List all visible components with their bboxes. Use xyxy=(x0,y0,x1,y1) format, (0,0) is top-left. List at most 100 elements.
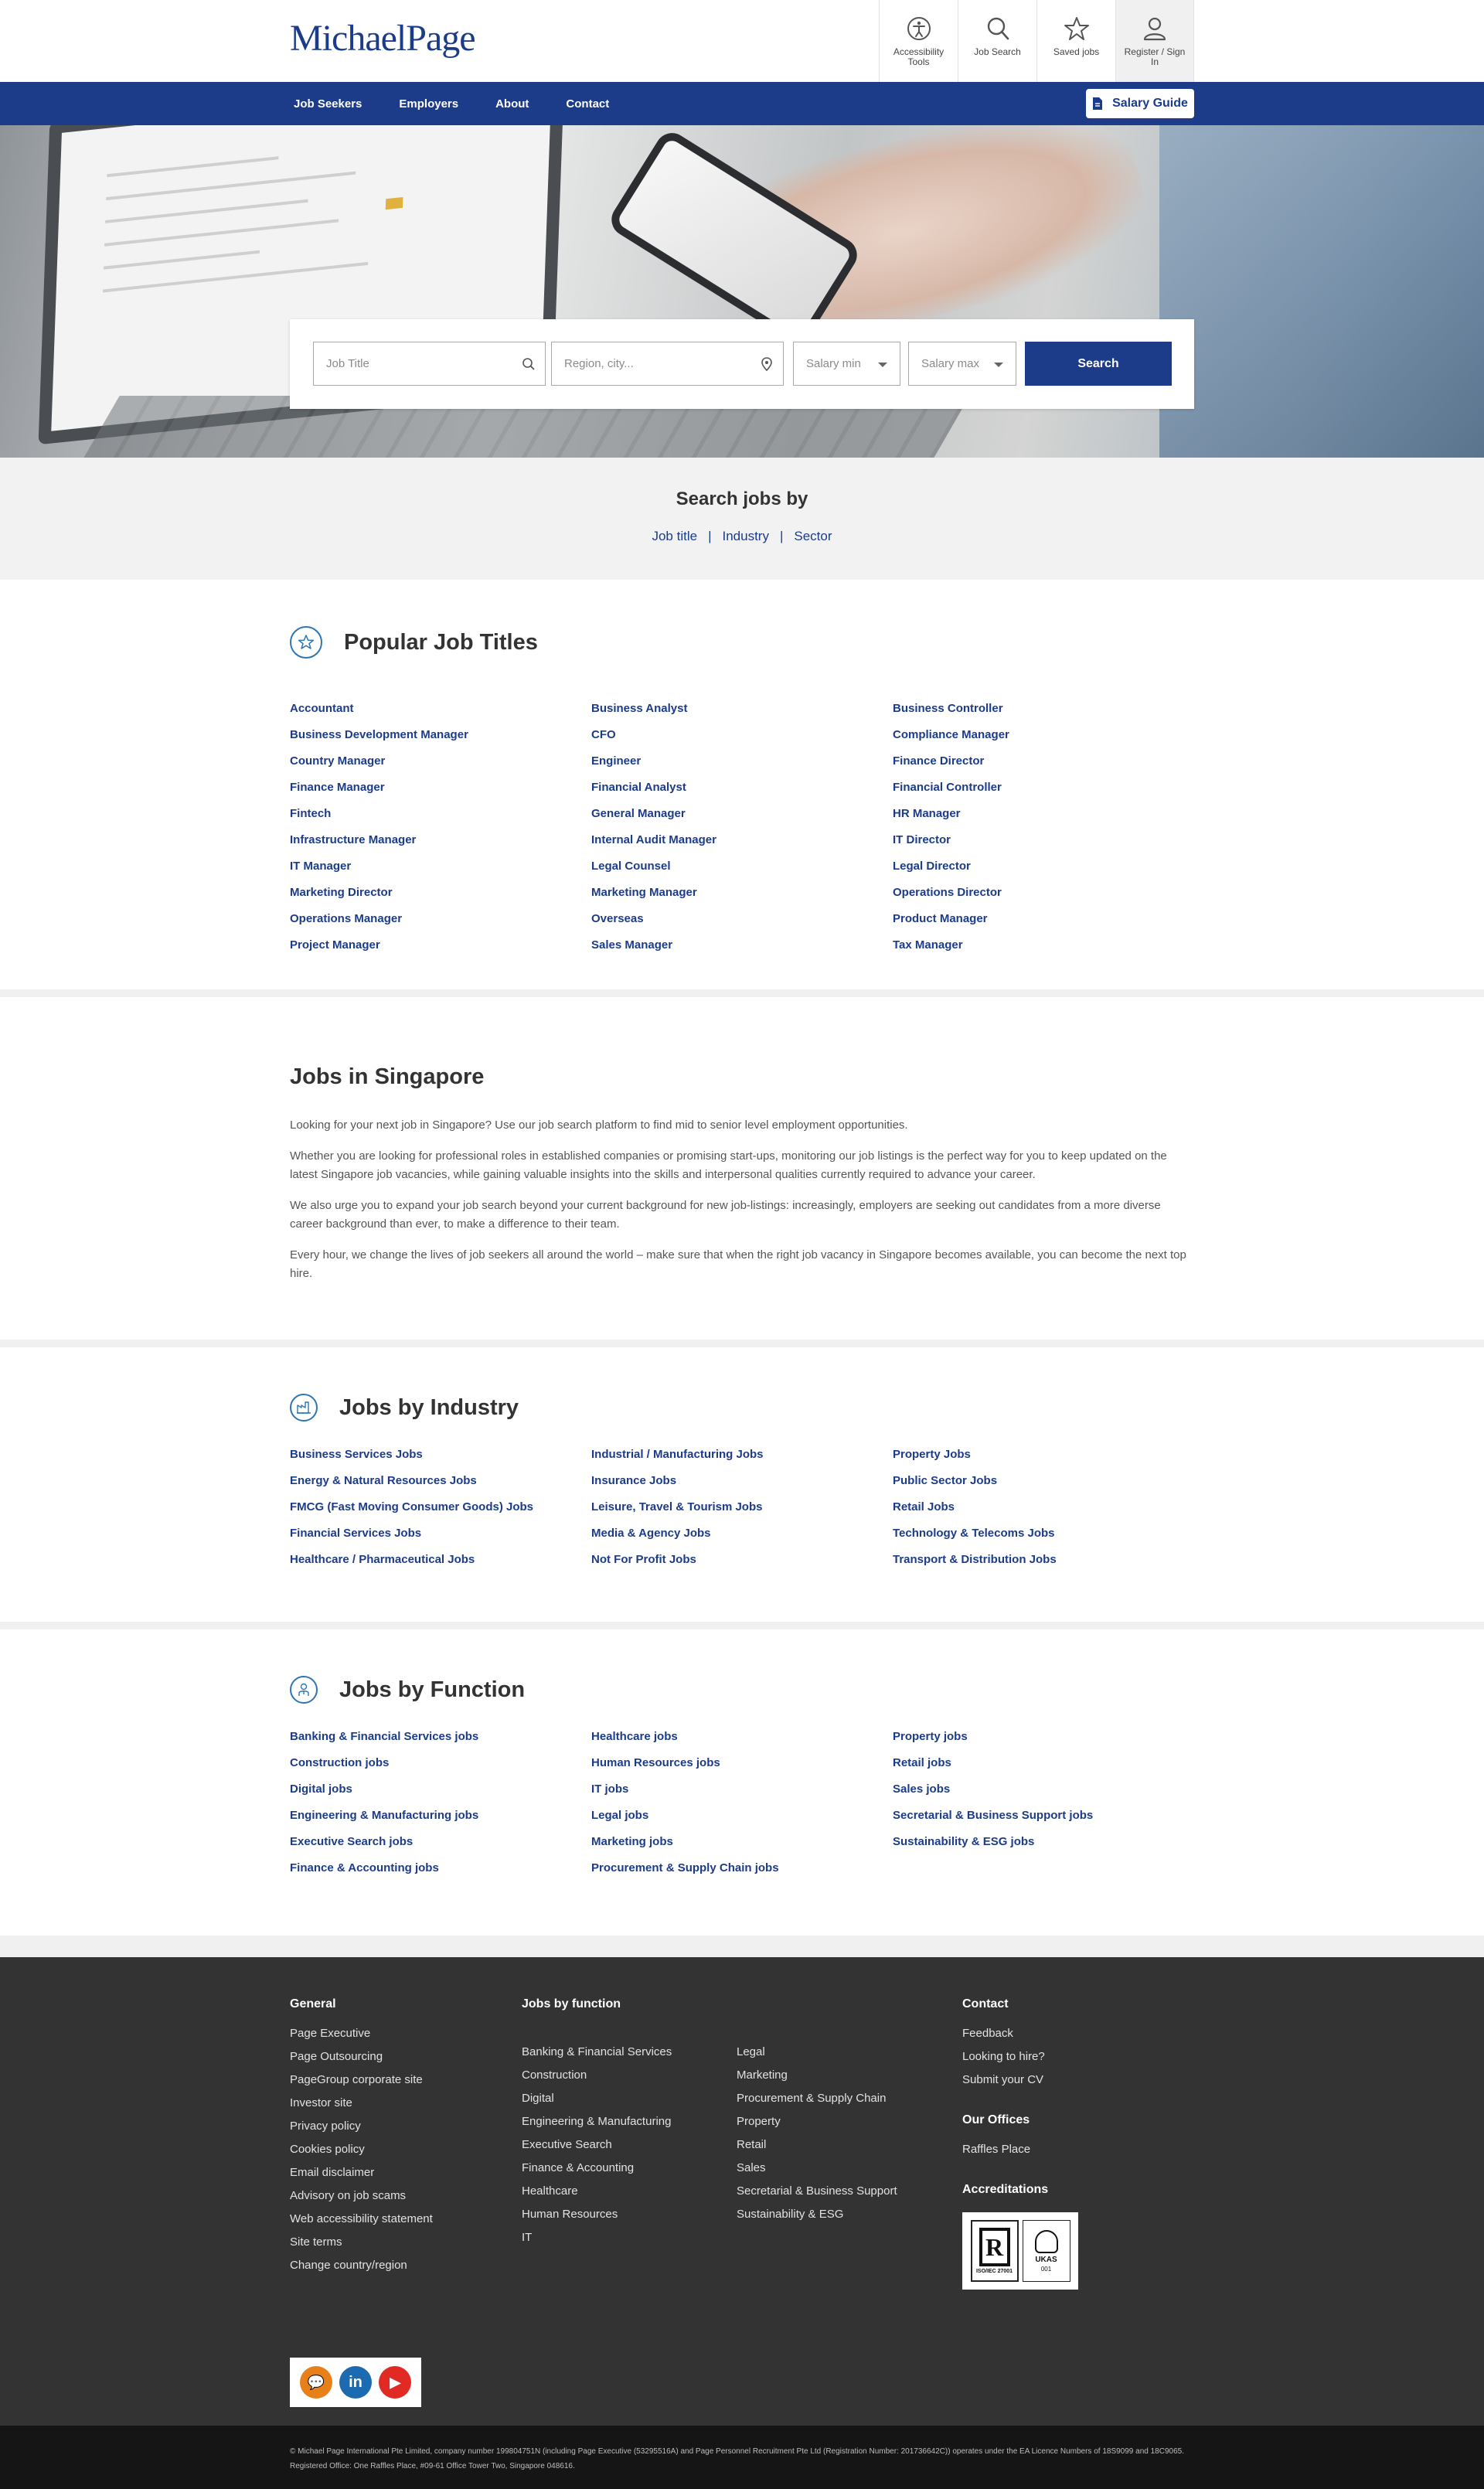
accessibility-tools-button[interactable]: Accessibility Tools xyxy=(879,0,958,82)
list-link[interactable]: Energy & Natural Resources Jobs xyxy=(290,1468,591,1494)
list-link[interactable]: Cookies policy xyxy=(290,2138,433,2161)
list-link[interactable]: Engineering & Manufacturing xyxy=(522,2110,723,2133)
list-link[interactable]: Construction jobs xyxy=(290,1750,591,1776)
list-link[interactable]: Digital xyxy=(522,2087,723,2110)
list-link[interactable]: Engineer xyxy=(591,748,893,775)
search-by-job-title-link[interactable]: Job title xyxy=(652,529,697,543)
list-link[interactable]: Retail Jobs xyxy=(893,1494,1194,1520)
linkedin-icon[interactable]: in xyxy=(339,2366,372,2399)
list-link[interactable]: Legal Director xyxy=(893,853,1194,880)
list-link[interactable]: Internal Audit Manager xyxy=(591,827,893,853)
list-link[interactable]: Executive Search xyxy=(522,2133,723,2157)
list-link[interactable]: Procurement & Supply Chain jobs xyxy=(591,1855,893,1881)
list-link[interactable]: Page Outsourcing xyxy=(290,2045,433,2068)
list-link[interactable]: Finance Manager xyxy=(290,775,591,801)
list-link[interactable]: Business Analyst xyxy=(591,696,893,722)
list-link[interactable]: Finance & Accounting jobs xyxy=(290,1855,591,1881)
list-link[interactable]: Page Executive xyxy=(290,2022,433,2045)
list-link[interactable]: IT jobs xyxy=(591,1776,893,1803)
list-link[interactable]: Accountant xyxy=(290,696,591,722)
list-link[interactable]: FMCG (Fast Moving Consumer Goods) Jobs xyxy=(290,1494,591,1520)
list-link[interactable]: Finance Director xyxy=(893,748,1194,775)
list-link[interactable]: Privacy policy xyxy=(290,2115,433,2138)
job-search-button[interactable]: Job Search xyxy=(958,0,1036,82)
list-link[interactable]: Sales jobs xyxy=(893,1776,1194,1803)
region-input[interactable]: Region, city... xyxy=(551,342,784,386)
list-link[interactable]: Media & Agency Jobs xyxy=(591,1520,893,1547)
list-link[interactable]: Human Resources jobs xyxy=(591,1750,893,1776)
list-link[interactable]: Legal jobs xyxy=(591,1803,893,1829)
list-link[interactable]: Banking & Financial Services jobs xyxy=(290,1724,591,1750)
list-link[interactable]: Fintech xyxy=(290,801,591,827)
salary-max-select[interactable]: Salary max xyxy=(908,342,1016,386)
list-link[interactable]: Web accessibility statement xyxy=(290,2208,433,2231)
youtube-icon[interactable]: ▶ xyxy=(379,2366,412,2399)
list-link[interactable]: Marketing jobs xyxy=(591,1829,893,1855)
list-link[interactable]: Tax Manager xyxy=(893,932,1194,958)
list-link[interactable]: Public Sector Jobs xyxy=(893,1468,1194,1494)
list-link[interactable]: Legal xyxy=(737,2041,938,2064)
list-link[interactable]: CFO xyxy=(591,722,893,748)
list-link[interactable]: Healthcare / Pharmaceutical Jobs xyxy=(290,1547,591,1573)
job-title-input[interactable]: Job Title xyxy=(313,342,546,386)
list-link[interactable]: Country Manager xyxy=(290,748,591,775)
search-button[interactable]: Search xyxy=(1025,342,1172,386)
list-link[interactable]: Procurement & Supply Chain xyxy=(737,2087,938,2110)
search-by-industry-link[interactable]: Industry xyxy=(722,529,768,543)
list-link[interactable]: Financial Controller xyxy=(893,775,1194,801)
list-link[interactable]: Financial Analyst xyxy=(591,775,893,801)
list-link[interactable]: Operations Director xyxy=(893,880,1194,906)
list-link[interactable]: Construction xyxy=(522,2064,723,2087)
list-link[interactable]: Feedback xyxy=(962,2022,1078,2045)
list-link[interactable]: Property jobs xyxy=(893,1724,1194,1750)
list-link[interactable]: Digital jobs xyxy=(290,1776,591,1803)
list-link[interactable]: Leisure, Travel & Tourism Jobs xyxy=(591,1494,893,1520)
list-link[interactable]: Submit your CV xyxy=(962,2068,1078,2092)
list-link[interactable]: Banking & Financial Services xyxy=(522,2041,723,2064)
list-link[interactable]: Looking to hire? xyxy=(962,2045,1078,2068)
list-link[interactable]: Infrastructure Manager xyxy=(290,827,591,853)
list-link[interactable]: Change country/region xyxy=(290,2254,433,2277)
list-link[interactable]: Raffles Place xyxy=(962,2138,1078,2161)
list-link[interactable]: Marketing Manager xyxy=(591,880,893,906)
list-link[interactable]: Retail xyxy=(737,2133,938,2157)
list-link[interactable]: Project Manager xyxy=(290,932,591,958)
list-link[interactable]: Business Controller xyxy=(893,696,1194,722)
list-link[interactable]: Insurance Jobs xyxy=(591,1468,893,1494)
list-link[interactable]: Human Resources xyxy=(522,2203,723,2226)
nav-job-seekers[interactable]: Job Seekers xyxy=(294,97,362,111)
saved-jobs-button[interactable]: Saved jobs xyxy=(1036,0,1115,82)
list-link[interactable]: Overseas xyxy=(591,906,893,932)
list-link[interactable]: Financial Services Jobs xyxy=(290,1520,591,1547)
list-link[interactable]: IT xyxy=(522,2226,723,2249)
list-link[interactable]: Industrial / Manufacturing Jobs xyxy=(591,1442,893,1468)
list-link[interactable]: Advisory on job scams xyxy=(290,2184,433,2208)
list-link[interactable]: HR Manager xyxy=(893,801,1194,827)
list-link[interactable]: Sales Manager xyxy=(591,932,893,958)
list-link[interactable]: Sustainability & ESG xyxy=(737,2203,938,2226)
list-link[interactable]: Healthcare jobs xyxy=(591,1724,893,1750)
list-link[interactable]: Email disclaimer xyxy=(290,2161,433,2184)
list-link[interactable]: Healthcare xyxy=(522,2180,723,2203)
michael-page-logo[interactable]: MichaelPage xyxy=(290,19,476,59)
list-link[interactable]: Business Services Jobs xyxy=(290,1442,591,1468)
list-link[interactable]: IT Director xyxy=(893,827,1194,853)
list-link[interactable]: Finance & Accounting xyxy=(522,2157,723,2180)
search-by-sector-link[interactable]: Sector xyxy=(794,529,832,543)
salary-min-select[interactable]: Salary min xyxy=(793,342,900,386)
list-link[interactable]: Business Development Manager xyxy=(290,722,591,748)
list-link[interactable]: Sustainability & ESG jobs xyxy=(893,1829,1194,1855)
nav-contact[interactable]: Contact xyxy=(566,97,609,111)
list-link[interactable]: Marketing Director xyxy=(290,880,591,906)
list-link[interactable]: Retail jobs xyxy=(893,1750,1194,1776)
list-link[interactable]: Compliance Manager xyxy=(893,722,1194,748)
list-link[interactable]: Secretarial & Business Support jobs xyxy=(893,1803,1194,1829)
list-link[interactable]: General Manager xyxy=(591,801,893,827)
register-sign-in-button[interactable]: Register / Sign In xyxy=(1115,0,1194,82)
list-link[interactable]: Secretarial & Business Support xyxy=(737,2180,938,2203)
list-link[interactable]: Product Manager xyxy=(893,906,1194,932)
list-link[interactable]: Property Jobs xyxy=(893,1442,1194,1468)
list-link[interactable]: Not For Profit Jobs xyxy=(591,1547,893,1573)
list-link[interactable]: Executive Search jobs xyxy=(290,1829,591,1855)
list-link[interactable]: Investor site xyxy=(290,2092,433,2115)
